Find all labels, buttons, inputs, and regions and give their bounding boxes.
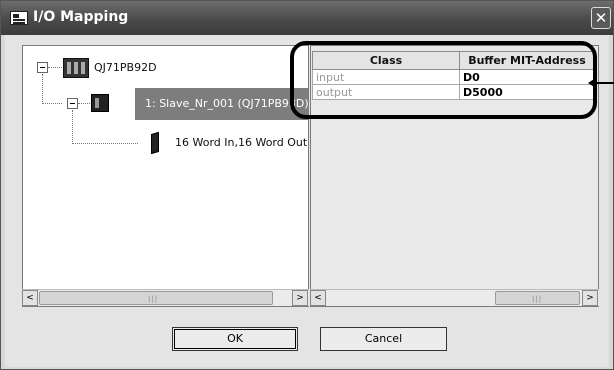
collapse-root-icon[interactable] (37, 62, 48, 73)
scroll-grip: ||| (148, 295, 159, 303)
collapse-slave-icon[interactable] (67, 98, 78, 109)
tree-connector (78, 103, 90, 104)
table-row[interactable]: input D0 (312, 69, 595, 85)
class-cell: input (312, 69, 460, 85)
tree-item-io[interactable]: 16 Word In,16 Word Out, (175, 136, 308, 149)
scroll-left-button[interactable]: < (310, 290, 326, 306)
grid-horizontal-scrollbar[interactable]: < ||| > (310, 289, 599, 306)
tree-item-slave-label: 1: Slave_Nr_001 (QJ71PB93D) (145, 97, 309, 110)
cancel-button[interactable]: Cancel (320, 327, 447, 351)
table-row[interactable]: output D5000 (312, 84, 595, 100)
io-module-icon (151, 131, 159, 155)
scroll-thumb[interactable]: ||| (495, 291, 580, 305)
tree-connector (48, 67, 62, 68)
io-mapping-dialog: I/O Mapping ✕ QJ71PB92D 1: Slave_Nr_001 … (0, 0, 614, 370)
address-cell[interactable]: D0 (459, 69, 595, 85)
title-bar[interactable]: I/O Mapping ✕ (1, 1, 613, 35)
scroll-grip: ||| (532, 295, 543, 303)
app-window-icon (10, 11, 28, 25)
class-cell: output (312, 84, 460, 100)
tree-connector (42, 103, 62, 104)
tree-connector (72, 143, 138, 144)
close-button[interactable]: ✕ (591, 7, 611, 29)
pointer-arrow-line (595, 82, 614, 84)
column-header-address[interactable]: Buffer MIT-Address (459, 51, 595, 70)
tree-horizontal-scrollbar[interactable]: < ||| > (22, 289, 309, 306)
slave-module-icon (91, 94, 109, 112)
tree-item-master[interactable]: QJ71PB92D (94, 61, 157, 74)
address-cell[interactable]: D5000 (459, 84, 595, 100)
scroll-thumb[interactable]: ||| (39, 291, 273, 305)
pointer-arrow-icon (588, 77, 597, 89)
address-grid[interactable]: Class Buffer MIT-Address input D0 output… (310, 45, 599, 307)
plc-master-icon (63, 58, 89, 78)
module-tree[interactable]: QJ71PB92D 1: Slave_Nr_001 (QJ71PB93D) 16… (22, 45, 309, 307)
scroll-right-button[interactable]: > (582, 290, 598, 306)
io-mapping-table: Class Buffer MIT-Address input D0 output… (312, 51, 595, 100)
column-header-class[interactable]: Class (312, 51, 460, 70)
ok-button[interactable]: OK (172, 327, 298, 351)
tree-connector (42, 74, 43, 104)
tree-connector (72, 110, 73, 144)
window-title: I/O Mapping (33, 9, 129, 25)
scroll-right-button[interactable]: > (292, 290, 308, 306)
tree-item-slave[interactable]: 1: Slave_Nr_001 (QJ71PB93D) (135, 88, 309, 120)
scroll-left-button[interactable]: < (22, 290, 38, 306)
